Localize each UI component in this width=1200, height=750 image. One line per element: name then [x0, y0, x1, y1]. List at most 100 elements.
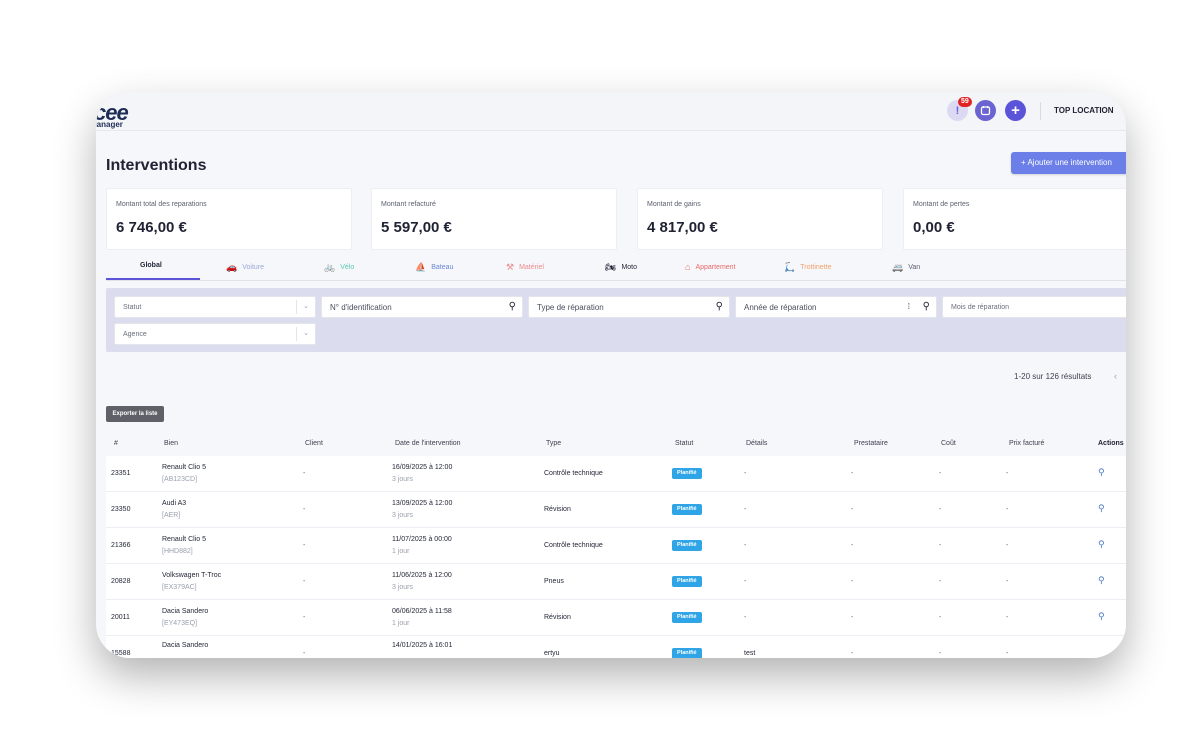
- notification-badge: 59: [958, 97, 972, 107]
- row-date: 11/06/2025 à 12:00: [392, 572, 452, 579]
- status-badge: Planifié: [672, 504, 702, 515]
- row-client: -: [303, 542, 306, 549]
- row-client: -: [303, 470, 306, 477]
- table-row[interactable]: 20011 Dacia Sandero [EY473EQ] - 06/06/20…: [106, 600, 1126, 636]
- row-id: 15588: [111, 650, 131, 657]
- tab-voiture[interactable]: 🚗 Voiture: [226, 262, 264, 273]
- tab-label: Moto: [621, 264, 637, 271]
- search-icon: ⚲: [715, 301, 723, 312]
- repair-month-select[interactable]: Mois de réparation: [942, 296, 1126, 318]
- calendar-icon: ⁞: [907, 302, 910, 311]
- table-row[interactable]: 15588 Dacia Sandero - 14/01/2025 à 16:01…: [106, 636, 1126, 658]
- view-search-icon[interactable]: ⚲: [1098, 575, 1105, 586]
- tab-moto[interactable]: 🏍 Moto: [605, 262, 637, 273]
- column-header[interactable]: Statut: [675, 440, 693, 447]
- alert-icon: !: [955, 104, 960, 117]
- tab-velo[interactable]: 🚲 Vélo: [324, 262, 354, 273]
- column-header[interactable]: Prestataire: [854, 440, 888, 447]
- column-header[interactable]: Type: [546, 440, 561, 447]
- stat-label: Montant refacturé: [381, 201, 436, 208]
- status-select[interactable]: Statut ⌄: [114, 296, 316, 318]
- export-list-button[interactable]: Exporter la liste: [106, 406, 164, 422]
- results-count: 1-20 sur 126 résultats: [1014, 372, 1092, 381]
- row-id: 20011: [111, 614, 130, 621]
- view-search-icon[interactable]: ⚲: [1098, 539, 1105, 550]
- logo[interactable]: cee Manager: [96, 100, 150, 132]
- tab-bateau[interactable]: ⛵ Bateau: [415, 262, 453, 273]
- repair-type-placeholder: Type de réparation: [537, 303, 604, 312]
- column-header[interactable]: Prix facturé: [1009, 440, 1044, 447]
- row-bien[interactable]: Dacia Sandero: [162, 608, 208, 615]
- bike-icon: 🚲: [324, 262, 336, 272]
- tab-van[interactable]: 🚐 Van: [892, 262, 920, 273]
- column-header[interactable]: Détails: [746, 440, 767, 447]
- row-details: -: [744, 470, 747, 477]
- column-header[interactable]: #: [114, 440, 118, 447]
- row-prix: -: [1006, 542, 1009, 549]
- tab-appartement[interactable]: ⌂ Appartement: [685, 262, 736, 272]
- status-badge: Planifié: [672, 612, 702, 623]
- row-plate: [EX379AC]: [162, 584, 197, 591]
- row-date: 13/09/2025 à 12:00: [392, 500, 453, 507]
- row-type: ertyu: [544, 650, 560, 657]
- row-bien[interactable]: Renault Clio 5: [162, 536, 206, 543]
- row-type: Contrôle technique: [544, 542, 603, 549]
- row-delay: 1 jour: [392, 620, 410, 627]
- previous-page-icon[interactable]: ‹: [1114, 371, 1117, 381]
- row-client: -: [303, 650, 306, 657]
- chevron-down-icon: ⌄: [296, 327, 315, 341]
- stat-value: 5 597,00 €: [381, 219, 452, 236]
- stat-label: Montant de pertes: [913, 201, 970, 208]
- row-type: Pneus: [544, 578, 564, 585]
- row-type: Contrôle technique: [544, 470, 603, 477]
- row-client: -: [303, 578, 306, 585]
- quick-add-button[interactable]: +: [1005, 100, 1026, 121]
- logo-subtitle: Manager: [96, 120, 123, 129]
- search-icon: ⚲: [508, 301, 516, 312]
- row-id: 23350: [111, 506, 131, 513]
- row-delay: 3 jours: [392, 584, 414, 591]
- row-id: 21366: [111, 542, 131, 549]
- column-header[interactable]: Date de l'intervention: [395, 440, 461, 447]
- column-header[interactable]: Bien: [164, 440, 178, 447]
- row-prix: -: [1006, 506, 1009, 513]
- table-row[interactable]: 21366 Renault Clio 5 [HHD882] - 11/07/20…: [106, 528, 1126, 564]
- tab-label: Global: [140, 262, 162, 269]
- repair-type-input[interactable]: Type de réparation ⚲: [528, 296, 730, 318]
- table-row[interactable]: 23350 Audi A3 [AER] - 13/09/2025 à 12:00…: [106, 492, 1126, 528]
- calendar-icon: [980, 106, 991, 116]
- view-search-icon[interactable]: ⚲: [1098, 503, 1105, 514]
- tab-label: Appartement: [695, 263, 736, 271]
- tab-label: Matériel: [519, 264, 544, 271]
- column-header[interactable]: Client: [305, 440, 323, 447]
- view-search-icon[interactable]: ⚲: [1098, 611, 1105, 622]
- table-row[interactable]: 23351 Renault Clio 5 [AB123CD] - 16/09/2…: [106, 456, 1126, 492]
- app-window: cee Manager ! 59 + TOP LOCATION Interven…: [96, 92, 1126, 658]
- tab-global[interactable]: Global: [140, 262, 162, 269]
- row-details: -: [744, 614, 747, 621]
- row-type: Révision: [544, 506, 571, 513]
- table-header: # Bien Client Date de l'intervention Typ…: [106, 432, 1126, 456]
- tab-trottinette[interactable]: 🛴 Trottinette: [784, 262, 831, 273]
- row-delay: 1 jour: [392, 548, 410, 555]
- view-search-icon[interactable]: ⚲: [1098, 467, 1105, 478]
- tab-label: Trottinette: [800, 264, 832, 271]
- plus-icon: +: [1011, 102, 1020, 119]
- column-header[interactable]: Coût: [941, 440, 956, 447]
- row-bien[interactable]: Volkswagen T-Troc: [162, 572, 221, 579]
- tab-materiel[interactable]: ⚒ Matériel: [506, 262, 544, 273]
- add-intervention-button[interactable]: + Ajouter une intervention: [1011, 152, 1126, 174]
- stat-card-pertes: Montant de pertes 0,00 €: [903, 188, 1126, 250]
- calendar-button[interactable]: [975, 100, 996, 121]
- row-bien[interactable]: Audi A3: [162, 500, 186, 507]
- row-client: -: [303, 614, 306, 621]
- identification-input[interactable]: N° d'identification ⚲: [321, 296, 523, 318]
- repair-year-input[interactable]: Année de réparation ⁞ ⚲: [735, 296, 937, 318]
- row-cout: -: [939, 614, 942, 621]
- account-menu[interactable]: TOP LOCATION: [1054, 106, 1114, 115]
- row-bien[interactable]: Renault Clio 5: [162, 464, 206, 471]
- table-row[interactable]: 20828 Volkswagen T-Troc [EX379AC] - 11/0…: [106, 564, 1126, 600]
- row-bien[interactable]: Dacia Sandero: [162, 642, 208, 649]
- row-date: 11/07/2025 à 00:00: [392, 536, 452, 543]
- agency-select[interactable]: Agence ⌄: [114, 323, 316, 345]
